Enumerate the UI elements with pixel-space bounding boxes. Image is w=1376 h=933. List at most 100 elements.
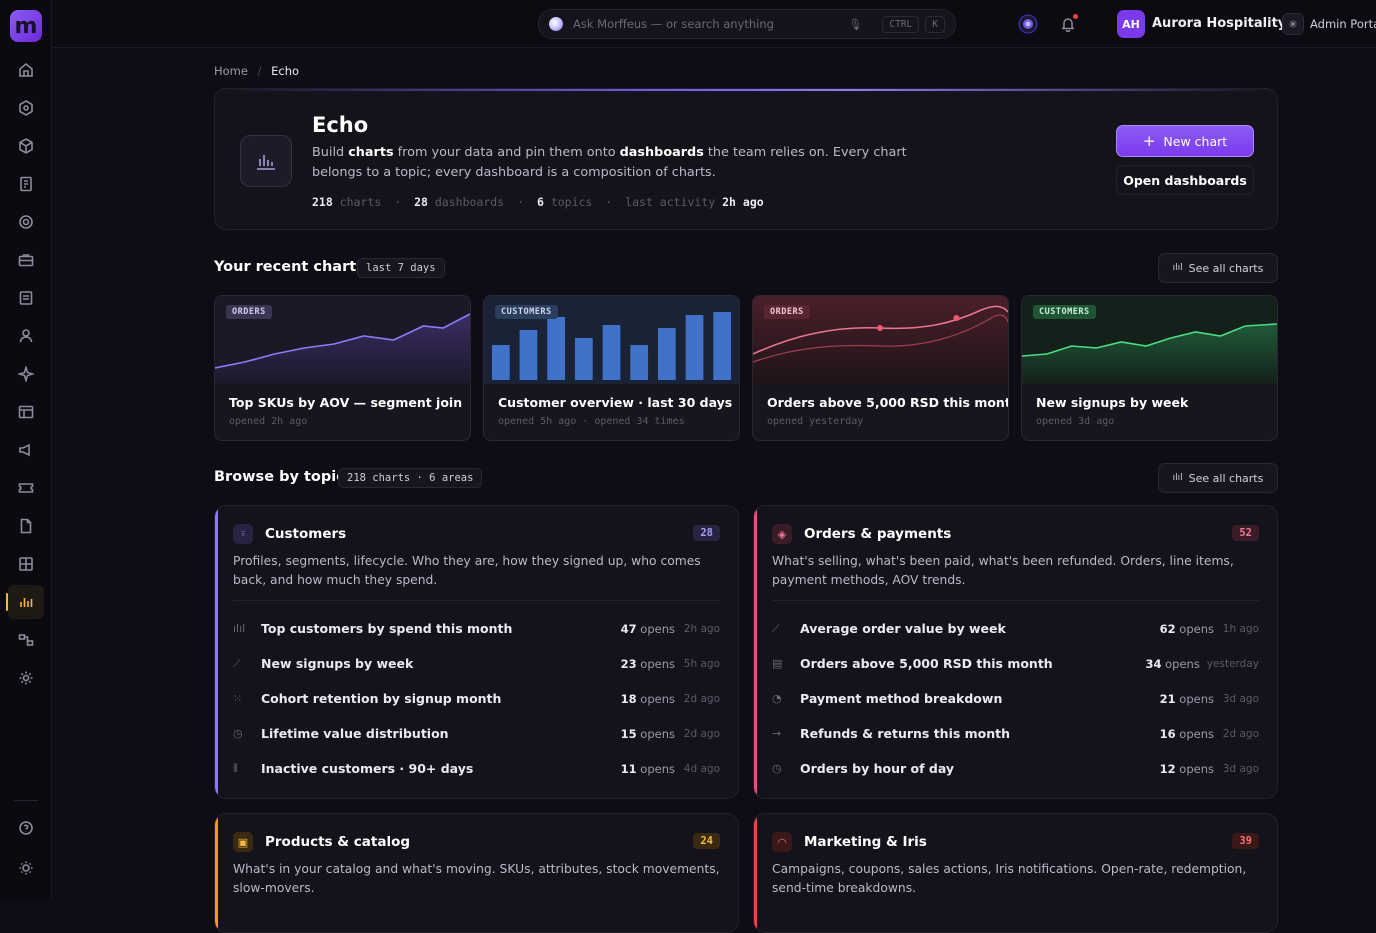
document-icon[interactable] bbox=[14, 286, 38, 310]
search-input[interactable] bbox=[573, 17, 849, 31]
row-title: New signups by week bbox=[261, 656, 414, 671]
divider bbox=[772, 600, 1259, 601]
topic-chart-row[interactable]: ⦀ Inactive customers · 90+ days 11 opens 4d… bbox=[233, 751, 720, 786]
kbd-ctrl: CTRL bbox=[882, 15, 920, 33]
topic-chart-row[interactable]: → Refunds & returns this month 16 opens 2d … bbox=[772, 716, 1259, 751]
card-meta: opened 3d ago bbox=[1036, 416, 1115, 427]
sparkle-icon[interactable] bbox=[14, 362, 38, 386]
theme-icon[interactable] bbox=[14, 856, 38, 880]
hexagon-icon[interactable] bbox=[14, 96, 38, 120]
card-meta: opened 2h ago bbox=[229, 416, 308, 427]
search-bar[interactable]: 🎙 CTRL K bbox=[538, 9, 956, 39]
stat-activity-label: last activity bbox=[625, 195, 716, 209]
catalog-icon: ▣ bbox=[233, 832, 253, 852]
pie-chart-icon: ◔ bbox=[772, 692, 782, 705]
logo-text: m bbox=[14, 13, 38, 39]
recent-chart-card[interactable]: ORDERS Top SKUs by AOV — segment join op… bbox=[214, 295, 471, 441]
user-icon: ⍤ bbox=[233, 524, 253, 544]
row-title: Average order value by week bbox=[800, 621, 1006, 636]
row-opens: 18 opens bbox=[620, 691, 675, 706]
settings-icon[interactable] bbox=[14, 666, 38, 690]
app-logo[interactable]: m bbox=[10, 10, 42, 42]
org-name[interactable]: Aurora Hospitality bbox=[1152, 16, 1286, 31]
heatmap-icon: ⁙ bbox=[233, 692, 243, 705]
grid-icon[interactable] bbox=[14, 552, 38, 576]
breadcrumb: Home / Echo bbox=[214, 64, 299, 78]
row-title: Lifetime value distribution bbox=[261, 726, 449, 741]
row-ago: 2d ago bbox=[1222, 727, 1259, 740]
topic-card-products[interactable]: ▣ Products & catalog 24 What's in your c… bbox=[214, 813, 739, 933]
topic-card-customers[interactable]: ⍤ Customers 28 Profiles, segments, lifec… bbox=[214, 505, 739, 799]
row-opens: 15 opens bbox=[620, 726, 675, 741]
card-tag: ORDERS bbox=[226, 305, 272, 319]
new-chart-button[interactable]: + New chart bbox=[1116, 125, 1254, 157]
topic-chart-row[interactable]: ⟋ Average order value by week 62 opens 1h a… bbox=[772, 611, 1259, 646]
topic-card-marketing[interactable]: ◠ Marketing & Iris 39 Campaigns, coupons… bbox=[753, 813, 1278, 933]
row-ago: 5h ago bbox=[683, 657, 720, 670]
user-icon[interactable] bbox=[14, 324, 38, 348]
topic-chart-row[interactable]: ◷ Orders by hour of day 12 opens 3d ago bbox=[772, 751, 1259, 786]
stat-charts-label: charts bbox=[339, 195, 382, 209]
page-description: Build charts from your data and pin them… bbox=[312, 145, 907, 180]
thumbnail-bar bbox=[602, 325, 621, 380]
row-ago: 2d ago bbox=[683, 692, 720, 705]
receipt-icon[interactable] bbox=[14, 172, 38, 196]
see-all-charts-button[interactable]: ılıl See all charts bbox=[1158, 463, 1278, 493]
ticket-icon[interactable] bbox=[14, 476, 38, 500]
recent-chart-card[interactable]: CUSTOMERS Customer overview · last 30 da… bbox=[483, 295, 740, 441]
box-icon[interactable] bbox=[14, 134, 38, 158]
breadcrumb-home[interactable]: Home bbox=[214, 64, 248, 78]
microphone-icon[interactable]: 🎙 bbox=[848, 18, 862, 31]
assistant-icon[interactable] bbox=[1018, 14, 1038, 34]
card-title: New signups by week bbox=[1036, 395, 1189, 410]
help-icon[interactable] bbox=[14, 816, 38, 840]
topic-chart-row[interactable]: ⟋ New signups by week 23 opens 5h ago bbox=[233, 646, 720, 681]
recent-chart-card[interactable]: ORDERS Orders above 5,000 RSD this month… bbox=[752, 295, 1009, 441]
card-tag: CUSTOMERS bbox=[1033, 305, 1096, 319]
row-title: Cohort retention by signup month bbox=[261, 691, 502, 706]
avatar[interactable]: AH bbox=[1117, 10, 1145, 38]
card-meta: opened yesterday bbox=[767, 416, 864, 427]
topic-chart-row[interactable]: ◔ Payment method breakdown 21 opens 3d ago bbox=[772, 681, 1259, 716]
bell-icon[interactable] bbox=[1058, 14, 1078, 34]
card-tag: ORDERS bbox=[764, 305, 810, 319]
table-icon[interactable] bbox=[14, 400, 38, 424]
topic-chart-row[interactable]: ▤ Orders above 5,000 RSD this month 34 ope… bbox=[772, 646, 1259, 681]
megaphone-icon[interactable] bbox=[14, 438, 38, 462]
see-all-charts-button[interactable]: ılıl See all charts bbox=[1158, 253, 1278, 283]
recent-chart-card[interactable]: CUSTOMERS New signups by week opened 3d … bbox=[1021, 295, 1278, 441]
bar-chart-icon bbox=[240, 135, 292, 187]
hero-card: Echo Build charts from your data and pin… bbox=[214, 88, 1278, 230]
topic-count-badge: 28 bbox=[693, 525, 720, 541]
topic-chart-row[interactable]: ılıl Top customers by spend this month 47 … bbox=[233, 611, 720, 646]
thumbnail-bar bbox=[685, 315, 704, 380]
briefcase-icon[interactable] bbox=[14, 248, 38, 272]
file-icon[interactable] bbox=[14, 514, 38, 538]
topic-chart-row[interactable]: ⁙ Cohort retention by signup month 18 open… bbox=[233, 681, 720, 716]
recent-range-pill: last 7 days bbox=[357, 258, 445, 278]
portal-label[interactable]: Admin Portal bbox=[1310, 17, 1376, 31]
row-title: Orders by hour of day bbox=[800, 761, 955, 776]
stat-topics-value: 6 bbox=[536, 195, 544, 209]
stat-activity-value: 2h ago bbox=[722, 195, 764, 209]
thumbnail-bar bbox=[547, 317, 566, 380]
portal-icon[interactable]: ✳ bbox=[1282, 13, 1304, 35]
row-ago: 1h ago bbox=[1222, 622, 1259, 635]
topic-chart-row[interactable]: ◷ Lifetime value distribution 15 opens 2d a… bbox=[233, 716, 720, 751]
line-chart-icon: ⟋ bbox=[772, 621, 780, 635]
row-ago: yesterday bbox=[1206, 657, 1259, 670]
card-tag: CUSTOMERS bbox=[495, 305, 558, 319]
package-icon: ◈ bbox=[772, 524, 792, 544]
open-dashboards-button[interactable]: Open dashboards bbox=[1116, 165, 1254, 195]
topic-count-badge: 24 bbox=[693, 833, 720, 849]
stat-dashboards-label: dashboards bbox=[434, 195, 505, 209]
lifebuoy-icon[interactable] bbox=[14, 210, 38, 234]
row-opens: 34 opens bbox=[1145, 656, 1200, 671]
card-title: Customer overview · last 30 days bbox=[498, 395, 733, 410]
topic-description: Profiles, segments, lifecycle. Who they … bbox=[233, 554, 701, 587]
topic-card-orders[interactable]: ◈ Orders & payments 52 What's selling, w… bbox=[753, 505, 1278, 799]
home-icon[interactable] bbox=[14, 58, 38, 82]
charts-icon[interactable] bbox=[6, 585, 44, 619]
flow-icon[interactable] bbox=[14, 628, 38, 652]
row-ago: 3d ago bbox=[1222, 692, 1259, 705]
